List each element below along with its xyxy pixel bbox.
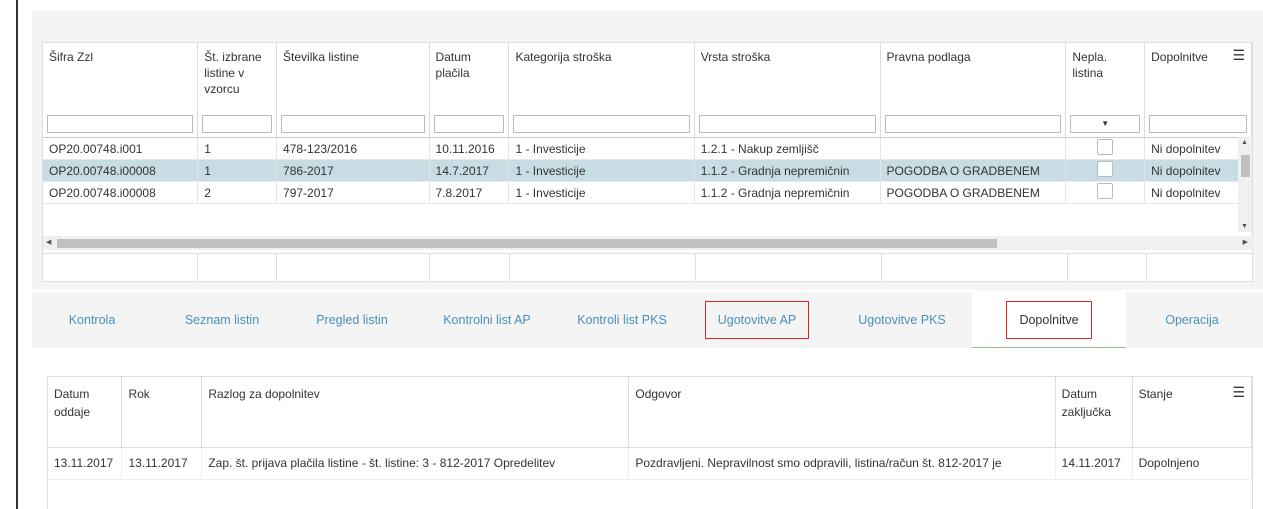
hamburger-menu-icon[interactable]: ☰	[1232, 47, 1245, 63]
dopolnitve-grid: Datum oddaje Rok Razlog za dopolnitev Od…	[47, 376, 1253, 509]
tab-bar: Kontrola Seznam listin Pregled listin Ko…	[32, 292, 1263, 348]
scroll-down-arrow-icon[interactable]: ▼	[1241, 223, 1248, 230]
tab-kontrolni-list-ap[interactable]: Kontrolni list AP	[422, 292, 552, 348]
cell-nepla	[1065, 159, 1146, 182]
cell-stevilka: 797-2017	[276, 181, 430, 204]
cell-kategorija: 1 - Investicije	[508, 181, 695, 204]
col-header-dopolnitve[interactable]: Dopolnitve ☰	[1144, 43, 1252, 111]
cell-st: 1	[197, 159, 278, 182]
filter-input-podlaga[interactable]	[884, 115, 1062, 133]
col-header-stanje[interactable]: Stanje ☰	[1132, 377, 1253, 448]
cell-st: 2	[197, 181, 278, 204]
col-header-podlaga[interactable]: Pravna podlaga	[880, 43, 1067, 111]
tab-dopolnitve[interactable]: Dopolnitve	[972, 292, 1126, 348]
cell-datum: 14.7.2017	[429, 159, 510, 182]
cell-podlaga: POGODBA O GRADBENEM	[880, 159, 1067, 182]
nepla-checkbox[interactable]	[1097, 161, 1114, 177]
vertical-scrollbar[interactable]: ▲ ▼	[1238, 137, 1252, 232]
col-header-datum-zakljucka[interactable]: Datum zaključka	[1055, 377, 1133, 448]
cell-odgovor: Pozdravljeni. Nepravilnost smo odpravili…	[628, 447, 1056, 480]
cell-datum: 7.8.2017	[429, 181, 510, 204]
col-header-stanje-label: Stanje	[1138, 387, 1173, 401]
filter-input-st-izbrane[interactable]	[202, 115, 273, 133]
cell-datum-zakljucka: 14.11.2017	[1055, 447, 1133, 480]
nepla-checkbox[interactable]	[1097, 183, 1114, 199]
col-header-dopolnitve-label: Dopolnitve	[1151, 50, 1208, 64]
cell-dopolnitve: Ni dopolnitev	[1144, 181, 1252, 204]
tab-kontrola[interactable]: Kontrola	[32, 292, 152, 348]
cell-nepla	[1065, 181, 1146, 204]
col-header-datum-oddaje[interactable]: Datum oddaje	[48, 377, 123, 448]
filter-input-vrsta[interactable]	[698, 115, 876, 133]
horizontal-scrollbar[interactable]: ◀ ▶	[43, 236, 1254, 250]
tab-ugotovitve-pks[interactable]: Ugotovitve PKS	[832, 292, 972, 348]
table-row[interactable]: OP20.00748.i00008 1 786-2017 14.7.2017 1…	[43, 159, 1252, 182]
tab-ugotovitve-ap-label: Ugotovitve AP	[704, 301, 810, 339]
col-header-rok[interactable]: Rok	[121, 377, 203, 448]
table-row[interactable]: OP20.00748.i001 1 478-123/2016 10.11.201…	[43, 137, 1252, 160]
hamburger-menu-icon[interactable]: ☰	[1232, 383, 1245, 401]
dropdown-arrow-icon: ▼	[1101, 119, 1110, 128]
cell-stevilka: 786-2017	[276, 159, 430, 182]
tab-dopolnitve-label: Dopolnitve	[1006, 301, 1092, 339]
cell-stanje: Dopolnjeno	[1132, 447, 1253, 480]
filter-input-dopolnitve[interactable]	[1149, 115, 1247, 133]
cell-datum: 10.11.2016	[429, 137, 510, 160]
cell-sifra: OP20.00748.i00008	[43, 159, 199, 182]
col-header-sifra[interactable]: Šifra Zzl	[43, 43, 199, 111]
cell-datum-oddaje: 13.11.2017	[48, 447, 123, 480]
tab-kontroli-list-pks[interactable]: Kontroli list PKS	[557, 292, 687, 348]
cell-st: 1	[197, 137, 278, 160]
cell-sifra: OP20.00748.i001	[43, 137, 199, 160]
cell-stevilka: 478-123/2016	[276, 137, 430, 160]
listine-table: Šifra Zzl Št. izbrane listine v vzorcu Š…	[43, 43, 1252, 204]
vertical-scroll-thumb[interactable]	[1241, 155, 1250, 177]
horizontal-scroll-thumb[interactable]	[57, 239, 997, 248]
filter-input-stevilka[interactable]	[281, 115, 425, 133]
tab-operacija[interactable]: Operacija	[1132, 292, 1252, 348]
cell-razlog: Zap. št. prijava plačila listine - št. l…	[201, 447, 630, 480]
grid-footer-row	[43, 253, 1254, 282]
scroll-left-arrow-icon[interactable]: ◀	[46, 238, 51, 246]
table-row[interactable]: 13.11.2017 13.11.2017 Zap. št. prijava p…	[48, 447, 1253, 480]
cell-rok: 13.11.2017	[121, 447, 203, 480]
dopolnitve-table: Datum oddaje Rok Razlog za dopolnitev Od…	[48, 377, 1253, 480]
cell-nepla	[1065, 137, 1146, 160]
scroll-up-arrow-icon[interactable]: ▲	[1241, 139, 1248, 146]
nepla-checkbox[interactable]	[1097, 139, 1114, 155]
cell-podlaga	[880, 137, 1067, 160]
cell-kategorija: 1 - Investicije	[508, 137, 695, 160]
col-header-st-izbrane[interactable]: Št. izbrane listine v vzorcu	[197, 43, 278, 111]
col-header-stevilka[interactable]: Številka listine	[276, 43, 430, 111]
left-border-line	[16, 0, 18, 509]
cell-dopolnitve: Ni dopolnitev	[1144, 159, 1252, 182]
tab-pregled-listin[interactable]: Pregled listin	[292, 292, 412, 348]
cell-kategorija: 1 - Investicije	[508, 159, 695, 182]
filter-select-nepla[interactable]: ▼	[1070, 115, 1141, 133]
tab-ugotovitve-ap[interactable]: Ugotovitve AP	[697, 292, 817, 348]
col-header-vrsta[interactable]: Vrsta stroška	[694, 43, 881, 111]
filter-input-kategorija[interactable]	[513, 115, 690, 133]
table-row[interactable]: OP20.00748.i00008 2 797-2017 7.8.2017 1 …	[43, 181, 1252, 204]
col-header-odgovor[interactable]: Odgovor	[628, 377, 1056, 448]
filter-input-sifra[interactable]	[47, 115, 194, 133]
filter-input-datum[interactable]	[433, 115, 505, 133]
cell-vrsta: 1.2.1 - Nakup zemljišč	[694, 137, 881, 160]
scroll-right-arrow-icon[interactable]: ▶	[1243, 238, 1248, 246]
cell-vrsta: 1.1.2 - Gradnja nepremičnin	[694, 181, 881, 204]
listine-grid: Šifra Zzl Št. izbrane listine v vzorcu Š…	[42, 42, 1254, 282]
col-header-razlog[interactable]: Razlog za dopolnitev	[201, 377, 630, 448]
cell-podlaga: POGODBA O GRADBENEM	[880, 181, 1067, 204]
col-header-nepla[interactable]: Nepla. listina	[1065, 43, 1146, 111]
col-header-datum[interactable]: Datum plačila	[429, 43, 510, 111]
col-header-kategorija[interactable]: Kategorija stroška	[508, 43, 695, 111]
cell-dopolnitve: Ni dopolnitev	[1144, 137, 1252, 160]
cell-vrsta: 1.1.2 - Gradnja nepremičnin	[694, 159, 881, 182]
tab-seznam-listin[interactable]: Seznam listin	[162, 292, 282, 348]
cell-sifra: OP20.00748.i00008	[43, 181, 199, 204]
